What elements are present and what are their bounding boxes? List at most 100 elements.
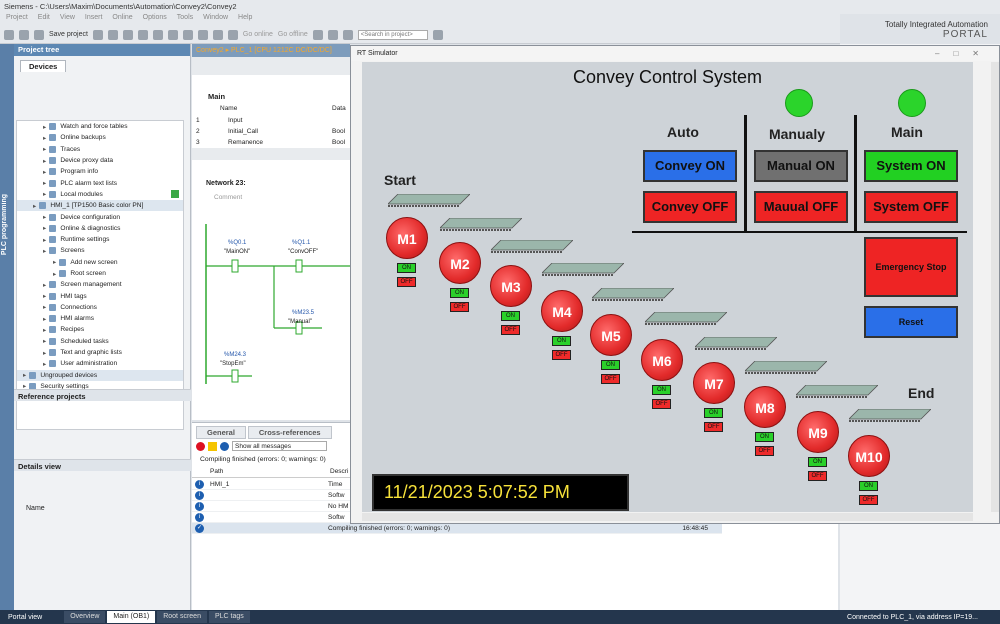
interface-row[interactable]: 2 Initial_Call Bool <box>192 127 350 138</box>
contact-address[interactable]: %Q1.1 <box>292 240 310 246</box>
motor-off-button[interactable]: OFF <box>501 325 520 335</box>
reference-projects-header[interactable]: Reference projects <box>14 389 191 401</box>
side-strip-label[interactable]: PLC programming <box>1 194 8 255</box>
message-filter-select[interactable]: Show all messages <box>232 441 327 451</box>
window-controls[interactable]: –□✕ <box>935 49 993 58</box>
tree-item[interactable]: ▸ Root screen <box>17 268 183 279</box>
manual-off-button[interactable]: Mauual OFF <box>754 191 848 223</box>
save-project-button[interactable]: Save project <box>49 31 88 38</box>
tree-item[interactable]: ▸ Online & diagnostics <box>17 223 183 234</box>
redo-icon[interactable] <box>167 29 178 40</box>
delete-icon[interactable] <box>137 29 148 40</box>
motor-m1[interactable]: M1 <box>386 217 428 259</box>
contact-address[interactable]: %M24.3 <box>224 352 246 358</box>
expand-arrow-icon[interactable]: ▸ <box>43 123 46 131</box>
menu-item-online[interactable]: Online <box>112 14 132 21</box>
save-icon[interactable] <box>34 29 44 40</box>
contact-tag-name[interactable]: "Manual" <box>288 319 312 325</box>
motor-on-button[interactable]: ON <box>808 457 827 467</box>
warning-filter-icon[interactable] <box>208 441 217 451</box>
simulator-vscroll[interactable] <box>991 62 999 512</box>
motor-m7[interactable]: M7 <box>693 362 735 404</box>
convey-off-button[interactable]: Convey OFF <box>643 191 737 223</box>
tab-general[interactable]: General <box>196 426 246 439</box>
motor-m10[interactable]: M10 <box>848 435 890 477</box>
contact-tag-name[interactable]: "ConvOFF" <box>288 249 318 255</box>
expand-arrow-icon[interactable]: ▸ <box>43 360 46 368</box>
accessible-devices-icon[interactable] <box>312 29 323 40</box>
motor-off-button[interactable]: OFF <box>808 471 827 481</box>
motor-off-button[interactable]: OFF <box>704 422 723 432</box>
tree-item[interactable]: ▸ Recipes <box>17 324 183 335</box>
motor-m9[interactable]: M9 <box>797 411 839 453</box>
network-comment[interactable]: Comment <box>214 194 242 201</box>
final-message-row[interactable]: ✓ Compiling finished (errors: 0; warning… <box>192 523 722 534</box>
menu-item-help[interactable]: Help <box>238 14 252 21</box>
emergency-stop-button[interactable]: Emergency Stop <box>864 237 958 297</box>
expand-arrow-icon[interactable]: ▸ <box>43 292 46 300</box>
taskbar-tab-overview[interactable]: Overview <box>64 611 106 623</box>
editor-tab[interactable]: Convey2 ▸ PLC_1 [CPU 1212C DC/DC/DC] <box>192 44 350 57</box>
simulation-icon[interactable] <box>227 29 238 40</box>
motor-off-button[interactable]: OFF <box>755 446 774 456</box>
menu-item-edit[interactable]: Edit <box>38 14 50 21</box>
message-row[interactable]: i Softw <box>192 490 352 501</box>
tree-item[interactable]: ▸ HMI tags <box>17 290 183 301</box>
devices-tab[interactable]: Devices <box>20 60 67 72</box>
tree-item[interactable]: ▸ Scheduled tasks <box>17 336 183 347</box>
cut-icon[interactable] <box>92 29 103 40</box>
taskbar-tab-plc-tags[interactable]: PLC tags <box>208 611 250 623</box>
tree-item[interactable]: ▸ Text and graphic lists <box>17 347 183 358</box>
expand-arrow-icon[interactable]: ▸ <box>43 134 46 142</box>
expand-arrow-icon[interactable]: ▸ <box>43 315 46 323</box>
portal-view-link[interactable]: Portal view <box>8 614 42 621</box>
download-icon[interactable] <box>197 29 208 40</box>
tree-item[interactable]: ▸ HMI alarms <box>17 313 183 324</box>
contact-address[interactable]: %Q0.1 <box>228 240 246 246</box>
motor-on-button[interactable]: ON <box>397 263 416 273</box>
split-horizontal-icon[interactable] <box>327 29 338 40</box>
new-project-icon[interactable] <box>4 29 14 40</box>
menu-item-view[interactable]: View <box>60 14 75 21</box>
tree-item[interactable]: ▸ Traces <box>17 144 183 155</box>
motor-m6[interactable]: M6 <box>641 339 683 381</box>
details-view-header[interactable]: Details view <box>14 459 191 471</box>
expand-arrow-icon[interactable]: ▸ <box>43 326 46 334</box>
system-off-button[interactable]: System OFF <box>864 191 958 223</box>
compile-icon[interactable] <box>182 29 193 40</box>
expand-arrow-icon[interactable]: ▸ <box>43 281 46 289</box>
tree-item[interactable]: ▸ Device proxy data <box>17 155 183 166</box>
tree-item[interactable]: ▸ User administration <box>17 358 183 369</box>
expand-arrow-icon[interactable]: ▸ <box>43 168 46 176</box>
menu-item-project[interactable]: Project <box>6 14 28 21</box>
motor-m4[interactable]: M4 <box>541 290 583 332</box>
menu-item-tools[interactable]: Tools <box>177 14 193 21</box>
tree-item[interactable]: ▸ Program info <box>17 166 183 177</box>
expand-arrow-icon[interactable]: ▸ <box>43 157 46 165</box>
tree-item[interactable]: ▸ Online backups <box>17 132 183 143</box>
message-row[interactable]: i Softw <box>192 512 352 523</box>
motor-off-button[interactable]: OFF <box>552 350 571 360</box>
expand-arrow-icon[interactable]: ▸ <box>33 202 36 210</box>
motor-off-button[interactable]: OFF <box>450 302 469 312</box>
go-offline-button[interactable]: Go offline <box>278 31 308 38</box>
search-project-input[interactable]: <Search in project> <box>357 29 428 40</box>
menu-item-insert[interactable]: Insert <box>85 14 103 21</box>
manual-on-button[interactable]: Manual ON <box>754 150 848 182</box>
menu-item-options[interactable]: Options <box>143 14 167 21</box>
motor-off-button[interactable]: OFF <box>652 399 671 409</box>
tree-item[interactable]: ▸ Connections <box>17 302 183 313</box>
search-icon[interactable] <box>432 29 443 40</box>
motor-on-button[interactable]: ON <box>652 385 671 395</box>
expand-arrow-icon[interactable]: ▸ <box>43 349 46 357</box>
contact-tag-name[interactable]: "MainON" <box>224 249 250 255</box>
go-online-button[interactable]: Go online <box>243 31 273 38</box>
tree-item[interactable]: ▸ Device configuration <box>17 211 183 222</box>
expand-arrow-icon[interactable]: ▸ <box>43 179 46 187</box>
open-project-icon[interactable] <box>19 29 29 40</box>
expand-arrow-icon[interactable]: ▸ <box>53 258 56 266</box>
checkbox-icon[interactable] <box>171 190 179 199</box>
paste-icon[interactable] <box>122 29 133 40</box>
motor-off-button[interactable]: OFF <box>397 277 416 287</box>
tree-item[interactable]: ▸ Ungrouped devices <box>17 369 183 381</box>
